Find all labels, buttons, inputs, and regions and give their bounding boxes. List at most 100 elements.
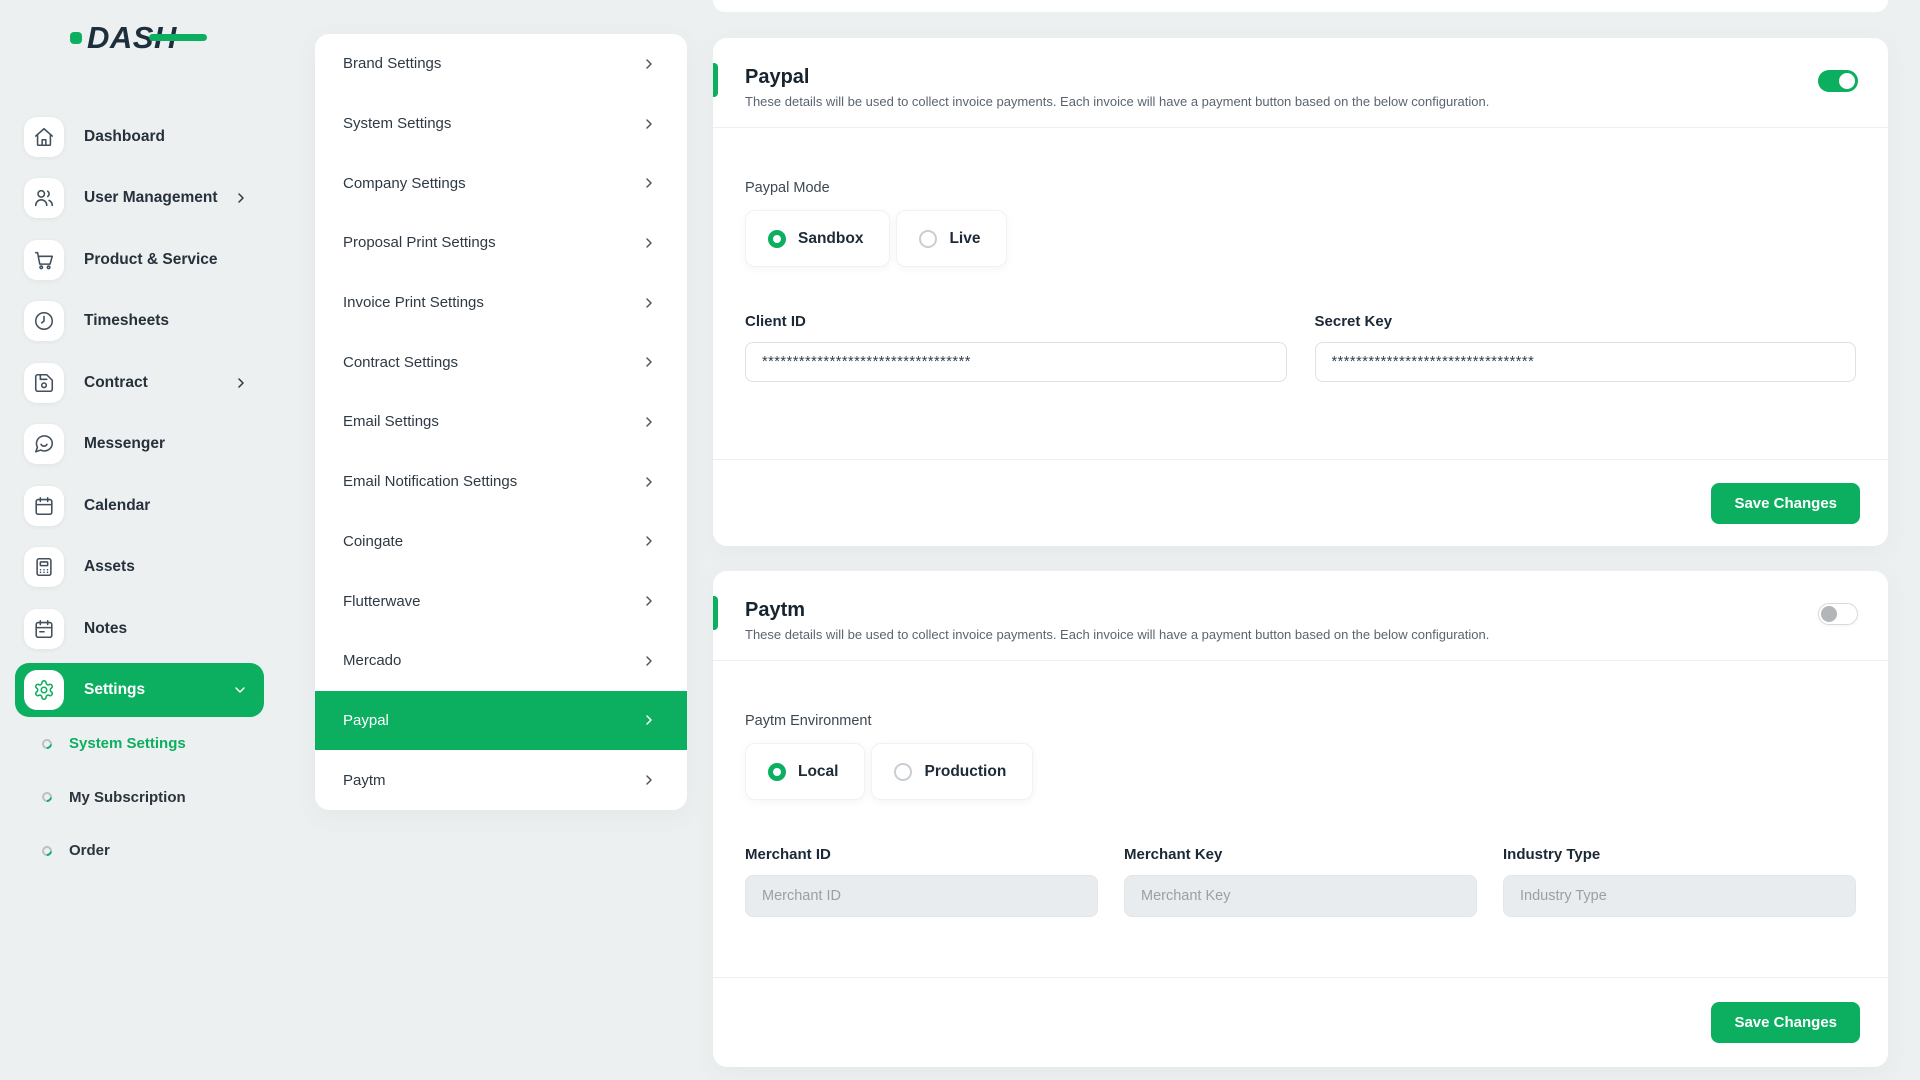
app-logo[interactable]: DAS H xyxy=(70,20,177,56)
paypal-save-button[interactable]: Save Changes xyxy=(1711,483,1860,524)
calendar-icon xyxy=(24,486,64,526)
settings-menu-item-email-notification-settings[interactable]: Email Notification Settings xyxy=(315,452,687,512)
sidebar-item-product-service[interactable]: Product & Service xyxy=(0,229,285,291)
toggle-knob xyxy=(1839,73,1855,89)
clock-icon xyxy=(24,301,64,341)
settings-menu-item-proposal-print-settings[interactable]: Proposal Print Settings xyxy=(315,213,687,273)
subnav-item-system-settings[interactable]: System Settings xyxy=(0,717,285,771)
radio-option-live[interactable]: Live xyxy=(896,210,1007,267)
sidebar-item-label: Notes xyxy=(84,620,127,638)
sidebar-item-label: Assets xyxy=(84,558,135,576)
logo-text: DAS xyxy=(87,20,154,56)
chevron-right-icon xyxy=(641,653,657,669)
settings-menu-item-coingate[interactable]: Coingate xyxy=(315,512,687,572)
paypal-fields-row: Client ID Secret Key xyxy=(745,313,1856,382)
home-icon xyxy=(24,117,64,157)
sidebar-item-dashboard[interactable]: Dashboard xyxy=(0,106,285,168)
chevron-right-icon xyxy=(641,414,657,430)
chevron-right-icon xyxy=(641,175,657,191)
circle-bullet-icon xyxy=(40,790,54,804)
settings-menu-item-system-settings[interactable]: System Settings xyxy=(315,94,687,154)
subnav-item-order[interactable]: Order xyxy=(0,824,285,878)
sidebar-item-calendar[interactable]: Calendar xyxy=(0,475,285,537)
paytm-description: These details will be used to collect in… xyxy=(745,627,1856,642)
sidebar-item-timesheets[interactable]: Timesheets xyxy=(0,291,285,353)
gear-icon xyxy=(24,670,64,710)
chevron-down-icon xyxy=(232,682,248,698)
circle-bullet-icon xyxy=(40,844,54,858)
settings-menu-item-email-settings[interactable]: Email Settings xyxy=(315,392,687,452)
sidebar-item-messenger[interactable]: Messenger xyxy=(0,414,285,476)
settings-menu-item-brand-settings[interactable]: Brand Settings xyxy=(315,34,687,94)
settings-menu-item-flutterwave[interactable]: Flutterwave xyxy=(315,571,687,631)
merchant-key-label: Merchant Key xyxy=(1124,846,1477,863)
sidebar-item-settings[interactable]: Settings xyxy=(0,660,285,722)
sidebar-item-label: User Management xyxy=(84,189,218,207)
paypal-description: These details will be used to collect in… xyxy=(745,94,1856,109)
merchant-key-field-group: Merchant Key xyxy=(1124,846,1477,917)
cart-icon xyxy=(24,240,64,280)
settings-menu-item-invoice-print-settings[interactable]: Invoice Print Settings xyxy=(315,273,687,333)
paytm-environment-group: Local Production xyxy=(745,743,1856,800)
secret-key-input[interactable] xyxy=(1315,342,1857,382)
merchant-id-input[interactable] xyxy=(745,875,1098,917)
merchant-key-input[interactable] xyxy=(1124,875,1477,917)
green-accent-bar xyxy=(713,596,718,630)
radio-selected-icon xyxy=(768,763,786,781)
settings-menu-item-mercado[interactable]: Mercado xyxy=(315,631,687,691)
sidebar-item-assets[interactable]: Assets xyxy=(0,537,285,599)
chevron-right-icon xyxy=(233,190,249,206)
paytm-fields-row: Merchant ID Merchant Key Industry Type xyxy=(745,846,1856,917)
chevron-right-icon xyxy=(233,375,249,391)
paytm-card-body: Paytm Environment Local Production Merch… xyxy=(713,661,1888,917)
notes-icon xyxy=(24,609,64,649)
chevron-right-icon xyxy=(641,235,657,251)
secret-key-field-group: Secret Key xyxy=(1315,313,1857,382)
logo-dot-icon xyxy=(70,32,82,44)
paytm-environment-label: Paytm Environment xyxy=(745,713,1856,729)
client-id-field-group: Client ID xyxy=(745,313,1287,382)
green-accent-bar xyxy=(713,63,718,97)
logo-dash-icon xyxy=(149,34,207,41)
settings-menu-item-paytm[interactable]: Paytm xyxy=(315,750,687,810)
paytm-save-button[interactable]: Save Changes xyxy=(1711,1002,1860,1043)
radio-option-local[interactable]: Local xyxy=(745,743,865,800)
settings-menu-item-paypal[interactable]: Paypal xyxy=(315,691,687,751)
radio-option-sandbox[interactable]: Sandbox xyxy=(745,210,890,267)
paypal-card-footer: Save Changes xyxy=(713,459,1888,546)
sidebar-item-user-management[interactable]: User Management xyxy=(0,168,285,230)
settings-menu-item-company-settings[interactable]: Company Settings xyxy=(315,153,687,213)
chevron-right-icon xyxy=(641,474,657,490)
client-id-input[interactable] xyxy=(745,342,1287,382)
chevron-right-icon xyxy=(641,533,657,549)
sidebar-item-label: Dashboard xyxy=(84,128,165,146)
paytm-card-footer: Save Changes xyxy=(713,977,1888,1067)
sidebar-item-label: Contract xyxy=(84,374,148,392)
paytm-card: Paytm These details will be used to coll… xyxy=(713,571,1888,1067)
paypal-card: Paypal These details will be used to col… xyxy=(713,38,1888,546)
radio-option-production[interactable]: Production xyxy=(871,743,1033,800)
sidebar-item-label: Messenger xyxy=(84,435,165,453)
industry-type-label: Industry Type xyxy=(1503,846,1856,863)
sidebar-item-contract[interactable]: Contract xyxy=(0,352,285,414)
calculator-icon xyxy=(24,547,64,587)
paypal-mode-label: Paypal Mode xyxy=(745,180,1856,196)
sidebar-item-label: Timesheets xyxy=(84,312,169,330)
circle-bullet-icon xyxy=(40,737,54,751)
chat-icon xyxy=(24,424,64,464)
paytm-enabled-toggle[interactable] xyxy=(1818,603,1858,625)
chevron-right-icon xyxy=(641,295,657,311)
settings-menu-item-contract-settings[interactable]: Contract Settings xyxy=(315,332,687,392)
radio-unselected-icon xyxy=(894,763,912,781)
sidebar-item-notes[interactable]: Notes xyxy=(0,598,285,660)
paypal-card-header: Paypal These details will be used to col… xyxy=(713,38,1888,128)
paypal-enabled-toggle[interactable] xyxy=(1818,70,1858,92)
subnav-item-my-subscription[interactable]: My Subscription xyxy=(0,771,285,825)
client-id-label: Client ID xyxy=(745,313,1287,330)
paytm-title: Paytm xyxy=(745,597,1856,623)
radio-selected-icon xyxy=(768,230,786,248)
logo-text-h: H xyxy=(154,20,177,56)
industry-type-input[interactable] xyxy=(1503,875,1856,917)
sidebar-nav: Dashboard User Management Product & Serv… xyxy=(0,106,285,721)
toggle-knob xyxy=(1821,606,1837,622)
